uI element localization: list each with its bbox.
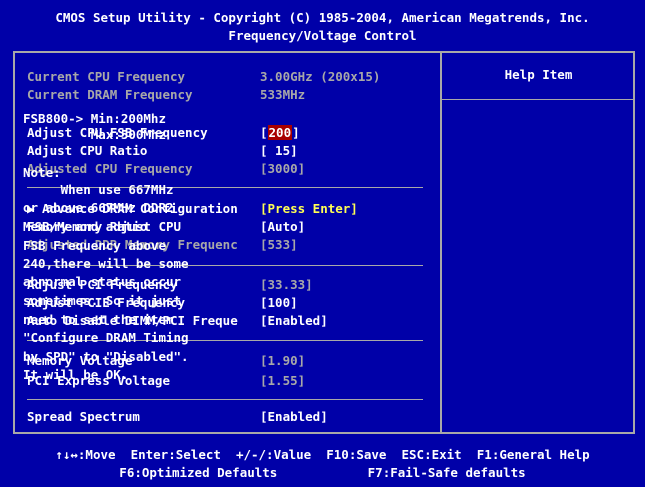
info-value: 3.00GHz (200x15) [260,69,381,84]
setting-value[interactable]: [200] [260,125,300,140]
help-line: by SPD" to "Disabled". [23,349,189,364]
setting-value[interactable]: [Enabled] [260,409,328,424]
setting-adjust-cpu-ratio[interactable]: Adjust CPU Ratio [ 15] [27,143,437,161]
bracket-close: ] [292,125,300,140]
help-line: Memory and adjust CPU [23,219,182,234]
setting-value: [3000] [260,161,306,176]
main-panel: Help Item Current CPU Frequency 3.00GHz … [13,51,635,434]
setting-value[interactable]: [Press Enter] [260,201,358,216]
key-help-line: ↑↓↔:Move Enter:Select +/-/:Value F10:Sav… [55,447,590,462]
help-line: FSB800-> Min:200Mhz [23,111,166,126]
help-line: Note: [23,165,61,180]
section-divider [27,399,423,400]
setting-value: [33.33] [260,277,313,292]
setting-value[interactable]: [ 15] [260,143,298,158]
setting-value[interactable]: [100] [260,295,298,310]
help-line: 240,there will be some [23,256,189,271]
app-title: CMOS Setup Utility - Copyright (C) 1985-… [55,10,590,25]
info-current-dram-frequency: Current DRAM Frequency 533MHz [27,87,437,105]
help-line: or above 667MHz DDR2 [23,200,174,215]
help-line: need to set the item [23,312,174,327]
help-title: Help Item [504,67,573,82]
setting-value[interactable]: [Auto] [260,219,305,234]
bracket-open: [ [260,125,268,140]
panel-divider [440,53,442,432]
info-label: Current CPU Frequency [27,69,186,84]
help-line: FSB Frequency above [23,238,166,253]
setting-spread-spectrum[interactable]: Spread Spectrum [Enabled] [27,409,437,427]
info-current-cpu-frequency: Current CPU Frequency 3.00GHz (200x15) [27,69,437,87]
setting-value: [1.55] [260,373,306,388]
info-value: 533MHz [260,87,306,102]
setting-value[interactable]: [Enabled] [260,313,328,328]
help-line: It will be OK. [23,367,129,382]
help-line: When use 667MHz [23,182,174,197]
help-title-divider [442,99,635,100]
info-label: Current DRAM Frequency [27,87,193,102]
setting-value: [533] [260,237,298,252]
key-help-line: F6:Optimized Defaults F7:Fail-Safe defau… [119,465,526,480]
setting-label: Adjust CPU Ratio [27,143,148,158]
page-title: Frequency/Voltage Control [228,28,417,43]
title-bar: CMOS Setup Utility - Copyright (C) 1985-… [0,0,645,48]
setting-adjusted-cpu-frequency: Adjusted CPU Frequency [3000] [27,161,437,179]
help-line: "Configure DRAM Timing [23,330,189,345]
setting-value: [1.90] [260,353,306,368]
setting-label: Spread Spectrum [27,409,140,424]
selected-value[interactable]: 200 [267,125,293,140]
help-line: Max:500Mhz [23,127,166,142]
help-line: sometimes. So it just [23,293,182,308]
help-line: abnormal status occur [23,274,182,289]
